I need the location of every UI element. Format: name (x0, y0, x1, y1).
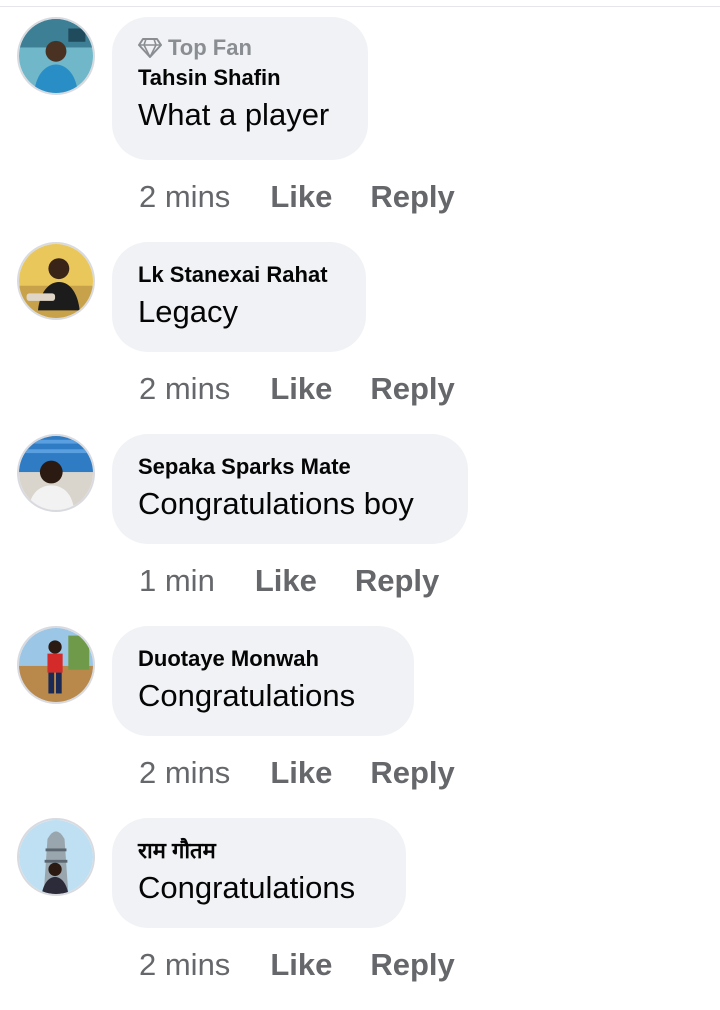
comment-author[interactable]: Tahsin Shafin (138, 65, 342, 91)
comment-text: Congratulations boy (138, 486, 414, 521)
comment-bubble[interactable]: Duotaye Monwah Congratulations (112, 626, 414, 736)
reply-button[interactable]: Reply (370, 179, 454, 215)
comment-text: Congratulations (138, 870, 356, 905)
top-fan-badge: Top Fan (138, 35, 342, 61)
comment-text: Legacy (138, 294, 238, 329)
comment-item: Duotaye Monwah Congratulations 2 mins Li… (0, 626, 720, 818)
avatar[interactable] (17, 434, 95, 512)
avatar-photo (19, 436, 93, 510)
avatar[interactable] (17, 17, 95, 95)
reply-button[interactable]: Reply (370, 947, 454, 983)
comment-text: What a player (138, 97, 330, 132)
comment-text: Congratulations (138, 678, 356, 713)
like-button[interactable]: Like (270, 179, 332, 215)
like-button[interactable]: Like (270, 947, 332, 983)
avatar-photo (19, 244, 93, 318)
comment-timestamp[interactable]: 2 mins (139, 755, 230, 791)
comment-timestamp[interactable]: 2 mins (139, 371, 230, 407)
comment-actions: 2 mins Like Reply (139, 753, 455, 793)
comment-item: Lk Stanexai Rahat Legacy 2 mins Like Rep… (0, 242, 720, 434)
comment-timestamp[interactable]: 2 mins (139, 947, 230, 983)
comment-actions: 2 mins Like Reply (139, 369, 455, 409)
comment-author[interactable]: Sepaka Sparks Mate (138, 454, 442, 480)
comment-bubble[interactable]: Sepaka Sparks Mate Congratulations boy (112, 434, 468, 544)
comment-item: Top Fan Tahsin Shafin What a player 2 mi… (0, 17, 720, 214)
avatar-photo (19, 19, 93, 93)
comment-actions: 2 mins Like Reply (139, 945, 455, 985)
avatar[interactable] (17, 626, 95, 704)
comment-item: Sepaka Sparks Mate Congratulations boy 1… (0, 434, 720, 626)
reply-button[interactable]: Reply (370, 371, 454, 407)
badge-label: Top Fan (168, 35, 252, 60)
avatar-photo (19, 820, 93, 894)
comment-timestamp[interactable]: 2 mins (139, 179, 230, 215)
avatar-photo (19, 628, 93, 702)
like-button[interactable]: Like (270, 755, 332, 791)
like-button[interactable]: Like (255, 563, 317, 599)
top-divider (0, 0, 720, 7)
reply-button[interactable]: Reply (355, 563, 439, 599)
reply-button[interactable]: Reply (370, 755, 454, 791)
comment-actions: 2 mins Like Reply (139, 177, 455, 217)
comment-author[interactable]: Lk Stanexai Rahat (138, 262, 340, 288)
like-button[interactable]: Like (270, 371, 332, 407)
comment-author[interactable]: Duotaye Monwah (138, 646, 388, 672)
comment-author[interactable]: राम गौतम (138, 838, 380, 864)
avatar[interactable] (17, 818, 95, 896)
comment-item: राम गौतम Congratulations 2 mins Like Rep… (0, 818, 720, 1010)
comment-bubble[interactable]: Top Fan Tahsin Shafin What a player (112, 17, 368, 160)
avatar[interactable] (17, 242, 95, 320)
comment-timestamp[interactable]: 1 min (139, 563, 215, 599)
comment-bubble[interactable]: राम गौतम Congratulations (112, 818, 406, 928)
comment-actions: 1 min Like Reply (139, 561, 439, 601)
diamond-icon (138, 38, 162, 58)
comment-bubble[interactable]: Lk Stanexai Rahat Legacy (112, 242, 366, 352)
